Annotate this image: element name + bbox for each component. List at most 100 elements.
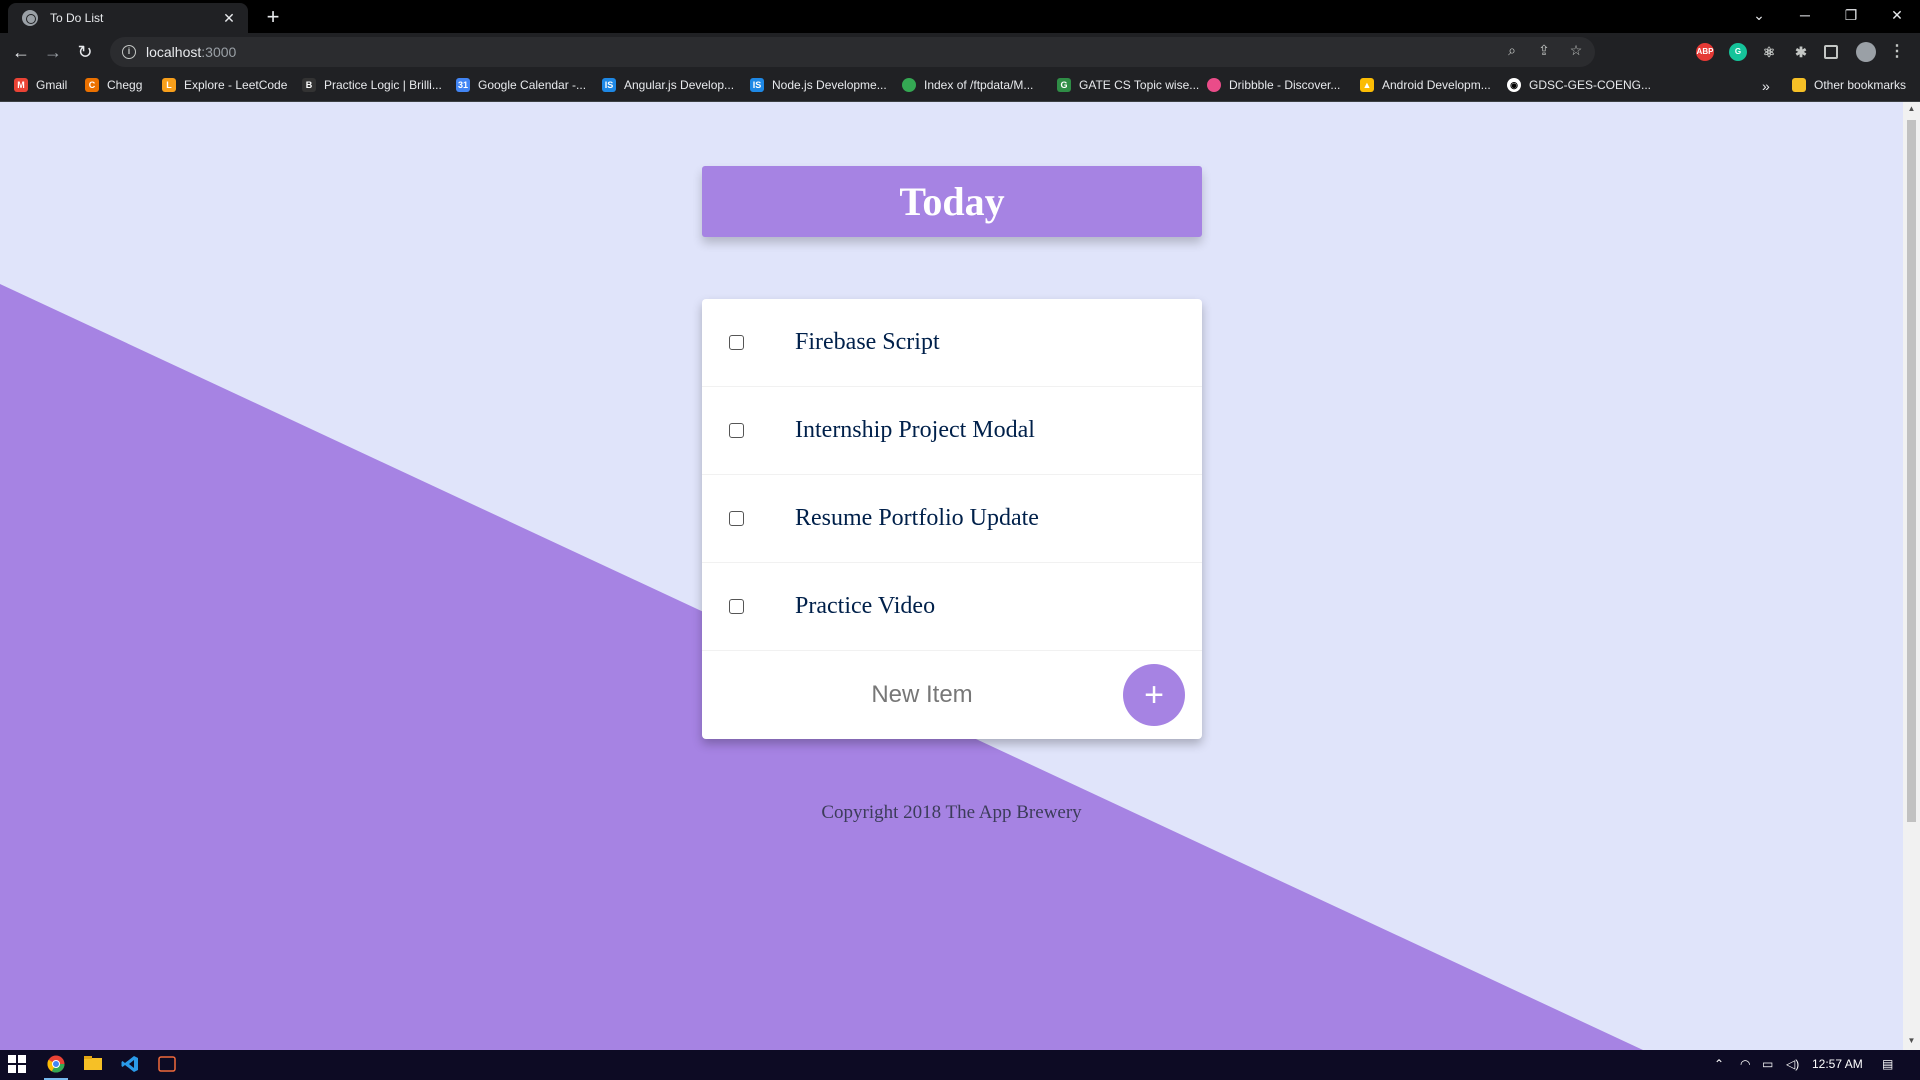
item-text: Resume Portfolio Update [795, 505, 1039, 531]
bookmark-label: Practice Logic | Brilli... [324, 78, 442, 92]
react-extension-icon[interactable]: ⚛ [1760, 43, 1778, 61]
bookmark-label: GATE CS Topic wise... [1079, 78, 1200, 92]
tab-search-icon[interactable]: ⌄ [1736, 0, 1782, 30]
scroll-down-arrow-icon[interactable]: ▼ [1907, 1036, 1916, 1045]
scroll-up-arrow-icon[interactable]: ▲ [1907, 104, 1916, 113]
add-item-button[interactable]: + [1123, 664, 1185, 726]
minimize-button[interactable]: ─ [1782, 0, 1828, 30]
bookmark-nodejs[interactable]: IS Node.js Developme... [750, 78, 887, 92]
item-text: Firebase Script [795, 329, 940, 355]
dribbble-icon [1207, 78, 1221, 92]
file-explorer-icon[interactable] [83, 1055, 103, 1075]
notification-icon[interactable]: ▤ [1882, 1057, 1893, 1071]
wifi-icon[interactable]: ◠ [1740, 1057, 1750, 1071]
bookmark-android[interactable]: ▲ Android Developm... [1360, 78, 1491, 92]
url-host: localhost [146, 44, 202, 60]
item-checkbox[interactable] [729, 423, 744, 438]
copyright-footer: Copyright 2018 The App Brewery [821, 802, 1082, 823]
browser-tab-active[interactable]: To Do List ✕ [8, 3, 248, 33]
globe-icon [902, 78, 916, 92]
gmail-icon: M [14, 78, 28, 92]
bookmark-label: Android Developm... [1382, 78, 1491, 92]
tab-close-icon[interactable]: ✕ [220, 10, 238, 27]
bookmark-label: Gmail [36, 78, 68, 92]
forward-button[interactable]: → [40, 39, 66, 65]
profile-avatar[interactable] [1856, 42, 1876, 62]
page-title: Today [899, 179, 1005, 224]
share-icon[interactable]: ⇪ [1535, 42, 1553, 59]
page-viewport: Today Firebase Script Internship Project… [0, 102, 1903, 1050]
menu-kebab-icon[interactable]: ⋮ [1888, 43, 1906, 61]
bookmark-gate-cs[interactable]: G GATE CS Topic wise... [1057, 78, 1199, 92]
other-bookmarks-folder[interactable]: Other bookmarks [1792, 78, 1906, 92]
taskbar-clock[interactable]: 12:57 AM [1812, 1057, 1863, 1071]
close-window-button[interactable]: ✕ [1874, 0, 1920, 30]
github-icon: ◉ [1507, 78, 1521, 92]
bookmark-angular[interactable]: IS Angular.js Develop... [602, 78, 734, 92]
info-icon[interactable]: i [122, 45, 136, 59]
browser-toolbar: ← → ↻ i localhost:3000 ⌕ ⇪ ☆ ABP G ⚛ ✱ ⋮ [0, 33, 1920, 71]
back-button[interactable]: ← [8, 39, 34, 65]
item-checkbox[interactable] [729, 335, 744, 350]
bookmarks-bar: M Gmail C Chegg L Explore - LeetCode B Pract… [0, 71, 1920, 102]
volume-icon[interactable]: ◁) [1786, 1057, 1799, 1071]
bookmark-label: Index of /ftpdata/M... [924, 78, 1034, 92]
battery-icon[interactable]: ▭ [1762, 1057, 1773, 1071]
bookmark-leetcode[interactable]: L Explore - LeetCode [162, 78, 287, 92]
adblock-extension-icon[interactable]: ABP [1696, 43, 1714, 61]
extensions-puzzle-icon[interactable]: ✱ [1792, 43, 1810, 61]
todo-list: Firebase Script Internship Project Modal… [702, 299, 1202, 739]
is-icon: IS [750, 78, 764, 92]
bookmark-gmail[interactable]: M Gmail [14, 78, 67, 92]
item-text: Practice Video [795, 593, 936, 619]
grammarly-extension-icon[interactable]: G [1729, 43, 1747, 61]
leetcode-icon: L [162, 78, 176, 92]
page-scrollbar[interactable]: ▲ ▼ [1903, 102, 1920, 1050]
bookmark-chegg[interactable]: C Chegg [85, 78, 142, 92]
bookmark-label: Node.js Developme... [772, 78, 887, 92]
bookmark-label: GDSC-GES-COENG... [1529, 78, 1652, 92]
item-text: Internship Project Modal [795, 417, 1035, 443]
new-item-input[interactable] [702, 651, 1142, 739]
zoom-icon[interactable]: ⌕ [1503, 42, 1521, 59]
globe-icon [22, 10, 38, 26]
windows-start-icon[interactable] [7, 1055, 27, 1075]
more-bookmarks-chevron-icon[interactable]: » [1762, 78, 1770, 94]
terminal-icon[interactable] [157, 1055, 177, 1075]
tab-title: To Do List [50, 11, 104, 25]
chrome-icon[interactable] [46, 1055, 66, 1075]
list-item: Practice Video [702, 563, 1202, 651]
bookmark-dribbble[interactable]: Dribbble - Discover... [1207, 78, 1340, 92]
vscode-icon[interactable] [120, 1055, 140, 1075]
tray-chevron-icon[interactable]: ⌃ [1714, 1057, 1724, 1071]
restore-button[interactable]: ❐ [1828, 0, 1874, 30]
new-tab-button[interactable]: + [260, 4, 286, 30]
browser-tab-bar: To Do List ✕ + ⌄ ─ ❐ ✕ [0, 0, 1920, 33]
address-bar[interactable]: i localhost:3000 ⌕ ⇪ ☆ [110, 37, 1595, 67]
bookmark-gdsc[interactable]: ◉ GDSC-GES-COENG... [1507, 78, 1651, 92]
bookmark-calendar[interactable]: 31 Google Calendar -... [456, 78, 586, 92]
bookmark-label: Chegg [107, 78, 143, 92]
side-panel-icon[interactable] [1824, 45, 1838, 59]
bookmark-ftpdata[interactable]: Index of /ftpdata/M... [902, 78, 1033, 92]
bookmark-label: Other bookmarks [1814, 78, 1907, 92]
bookmark-label: Dribbble - Discover... [1229, 78, 1341, 92]
bookmark-label: Google Calendar -... [478, 78, 587, 92]
item-checkbox[interactable] [729, 511, 744, 526]
item-checkbox[interactable] [729, 599, 744, 614]
windows-taskbar: ⌃ ◠ ▭ ◁) 12:57 AM ▤ [0, 1050, 1920, 1080]
chegg-icon: C [85, 78, 99, 92]
reload-button[interactable]: ↻ [72, 39, 98, 65]
gfg-icon: G [1057, 78, 1071, 92]
bookmark-star-icon[interactable]: ☆ [1567, 42, 1585, 59]
omnibox-actions: ⌕ ⇪ ☆ [1503, 42, 1585, 59]
drive-icon: ▲ [1360, 78, 1374, 92]
list-item: Resume Portfolio Update [702, 475, 1202, 563]
bookmark-label: Angular.js Develop... [624, 78, 735, 92]
scrollbar-thumb[interactable] [1907, 120, 1916, 822]
bookmark-brilliant[interactable]: B Practice Logic | Brilli... [302, 78, 442, 92]
list-item: Firebase Script [702, 299, 1202, 387]
folder-icon [1792, 78, 1806, 92]
is-icon: IS [602, 78, 616, 92]
list-item: Internship Project Modal [702, 387, 1202, 475]
